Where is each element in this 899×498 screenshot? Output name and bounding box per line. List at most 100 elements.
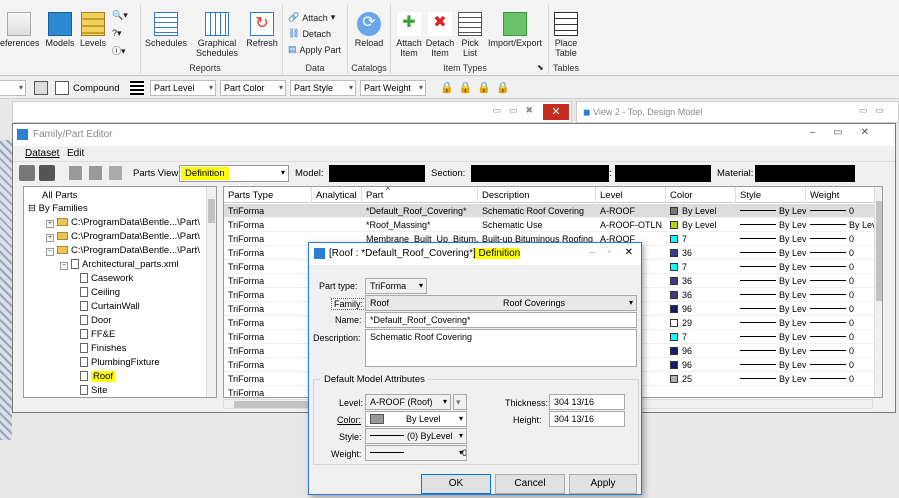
color-swatch-icon <box>670 235 678 243</box>
family-dropdown[interactable]: Roof Roof Coverings ▾ <box>365 295 637 311</box>
tree-item-finishes[interactable]: Finishes <box>80 342 126 355</box>
model-view-canvas[interactable] <box>0 140 12 440</box>
tree-item-curtainwall[interactable]: CurtainWall <box>80 300 140 313</box>
parts-view-value: Definition <box>181 167 229 180</box>
collapse-icon[interactable]: − <box>60 262 68 270</box>
tree-item-roof[interactable]: Roof <box>80 370 116 383</box>
collapse-icon[interactable]: − <box>46 248 54 256</box>
reload-button[interactable]: ⟳ Reload <box>352 12 386 48</box>
column-label: Part <box>366 190 384 201</box>
levels-button[interactable]: Levels <box>78 12 108 48</box>
collapse-icon[interactable]: ⊟ <box>28 203 39 214</box>
schedules-button[interactable]: Schedules <box>144 12 188 48</box>
tree-item-path-2[interactable]: + C:\ProgramData\Bentle...\Part\ <box>46 230 200 243</box>
family-value: Roof <box>370 298 390 308</box>
refresh-button[interactable]: ↻ Refresh <box>246 12 278 48</box>
new-icon[interactable] <box>89 166 102 180</box>
attach-item-button[interactable]: ✚ Attach Item <box>394 12 424 58</box>
column-header-analytical[interactable]: Analytical <box>312 187 362 203</box>
tree-item-ceiling[interactable]: Ceiling <box>80 286 120 299</box>
weight-value: 0 <box>849 332 855 342</box>
tree-scrollbar[interactable] <box>206 187 216 397</box>
dataset-icon[interactable] <box>19 165 35 181</box>
family-tree[interactable]: All Parts ⊟ By Families + C:\ProgramData\… <box>23 186 217 398</box>
column-header-style[interactable]: Style <box>736 187 806 203</box>
cancel-button[interactable]: Cancel <box>495 474 565 494</box>
window-controls[interactable]: ▭▭✖ <box>492 105 541 116</box>
tree-item-path-3[interactable]: − C:\ProgramData\Bentle...\Part\ <box>46 244 200 257</box>
dialog-launcher-icon[interactable]: ⬊ <box>537 63 544 72</box>
template-icon[interactable] <box>34 81 48 95</box>
close-icon[interactable]: ✕ <box>625 247 633 258</box>
name-input[interactable]: *Default_Roof_Covering* <box>365 312 637 328</box>
weight-dropdown[interactable]: 0 ▾ <box>365 445 467 461</box>
grid-scrollbar[interactable] <box>874 187 882 397</box>
menu-dataset[interactable]: Dataset <box>25 148 59 159</box>
style-dropdown[interactable]: (0) ByLevel ▾ <box>365 428 467 444</box>
level-picker-button[interactable]: ▾ <box>453 394 467 410</box>
tree-item-by-families[interactable]: ⊟ By Families <box>28 202 88 215</box>
table-row[interactable]: TriForma *Roof_Massing* Schematic Use A-ROO… <box>224 218 876 232</box>
column-header-level[interactable]: Level <box>596 187 666 203</box>
settings-icon[interactable] <box>109 166 122 180</box>
apply-part-button[interactable]: ▤ Apply Part <box>288 44 341 55</box>
height-input[interactable]: 304 13/16 <box>549 411 625 427</box>
table-row[interactable]: TriForma *Default_Roof_Covering* Schematic… <box>224 204 874 218</box>
compound-checkbox[interactable] <box>55 81 69 95</box>
expand-icon[interactable]: + <box>46 234 54 242</box>
open-icon[interactable] <box>39 165 55 181</box>
tree-item-all-parts[interactable]: All Parts <box>42 189 77 202</box>
description-input[interactable]: Schematic Roof Covering <box>365 329 637 367</box>
part-type-value: TriForma <box>370 281 407 291</box>
close-icon[interactable]: ✕ <box>543 104 569 120</box>
tree-item-xml[interactable]: − Architectural_parts.xml <box>60 258 179 271</box>
column-header-part[interactable]: Part ^ <box>362 187 478 203</box>
tree-item-casework[interactable]: Casework <box>80 272 133 285</box>
part-type-dropdown[interactable]: TriForma ▾ <box>365 278 427 294</box>
column-header-parts-type[interactable]: Parts Type <box>224 187 312 203</box>
tree-item-plumbingfixture[interactable]: PlumbingFixture <box>80 356 160 369</box>
ok-button[interactable]: OK <box>421 474 491 494</box>
window-controls[interactable]: –▭✕ <box>810 127 887 138</box>
attach-data-button[interactable]: 🔗 Attach ▾ <box>288 12 335 23</box>
menu-edit[interactable]: Edit <box>67 148 84 159</box>
tree-item-ffe[interactable]: FF&E <box>80 328 115 341</box>
part-lock-icons[interactable]: 🔒🔒🔒🔒 <box>440 81 515 94</box>
column-header-color[interactable]: Color <box>666 187 736 203</box>
part-style-dropdown[interactable]: Part Style <box>290 80 356 96</box>
part-level-dropdown[interactable]: Part Level <box>150 80 216 96</box>
table-cell-level: A-ROOF <box>600 206 635 216</box>
part-color-dropdown[interactable]: Part Color <box>220 80 286 96</box>
column-header-weight[interactable]: Weight <box>806 187 882 203</box>
minimize-icon[interactable]: – <box>589 247 595 258</box>
detach-item-button[interactable]: ✖ Detach Item <box>425 12 455 58</box>
tree-item-site[interactable]: Site <box>80 384 107 397</box>
family-description: Roof Coverings <box>503 298 566 308</box>
help-icon[interactable]: ?▾ <box>112 28 122 39</box>
color-value: 29 <box>682 318 693 328</box>
models-button[interactable]: Models <box>42 12 78 48</box>
graphical-schedules-button[interactable]: Graphical Schedules <box>190 12 244 58</box>
detach-data-button[interactable]: ⛓ Detach <box>288 28 331 39</box>
part-weight-dropdown[interactable]: Part Weight <box>360 80 426 96</box>
color-dropdown[interactable]: By Level ▾ <box>365 411 467 427</box>
save-icon[interactable] <box>69 166 82 180</box>
expand-icon[interactable]: + <box>46 220 54 228</box>
maximize-icon[interactable]: ▫ <box>607 247 611 258</box>
import-export-button[interactable]: Import/Export <box>485 12 545 48</box>
level-dropdown[interactable]: A-ROOF (Roof) ▾ <box>365 394 451 410</box>
thickness-input[interactable]: 304 13/16 <box>549 394 625 410</box>
tree-item-path-1[interactable]: + C:\ProgramData\Bentle...\Part\ <box>46 216 200 229</box>
place-table-button[interactable]: Place Table <box>551 12 581 58</box>
tree-item-door[interactable]: Door <box>80 314 112 327</box>
toolbar-dropdown[interactable] <box>0 80 26 96</box>
search-icon[interactable]: 🔍▾ <box>112 10 128 21</box>
parts-view-dropdown[interactable]: Definition ▾ <box>179 165 289 182</box>
column-header-description[interactable]: Description <box>478 187 596 203</box>
window-controls[interactable]: ▭▭ <box>859 105 892 116</box>
references-button[interactable]: eferences <box>0 12 40 48</box>
line-weight-icon[interactable] <box>130 81 144 95</box>
info-icon[interactable]: ⓘ▾ <box>112 44 126 57</box>
pick-list-button[interactable]: Pick List <box>456 12 484 58</box>
apply-button[interactable]: Apply <box>569 474 637 494</box>
